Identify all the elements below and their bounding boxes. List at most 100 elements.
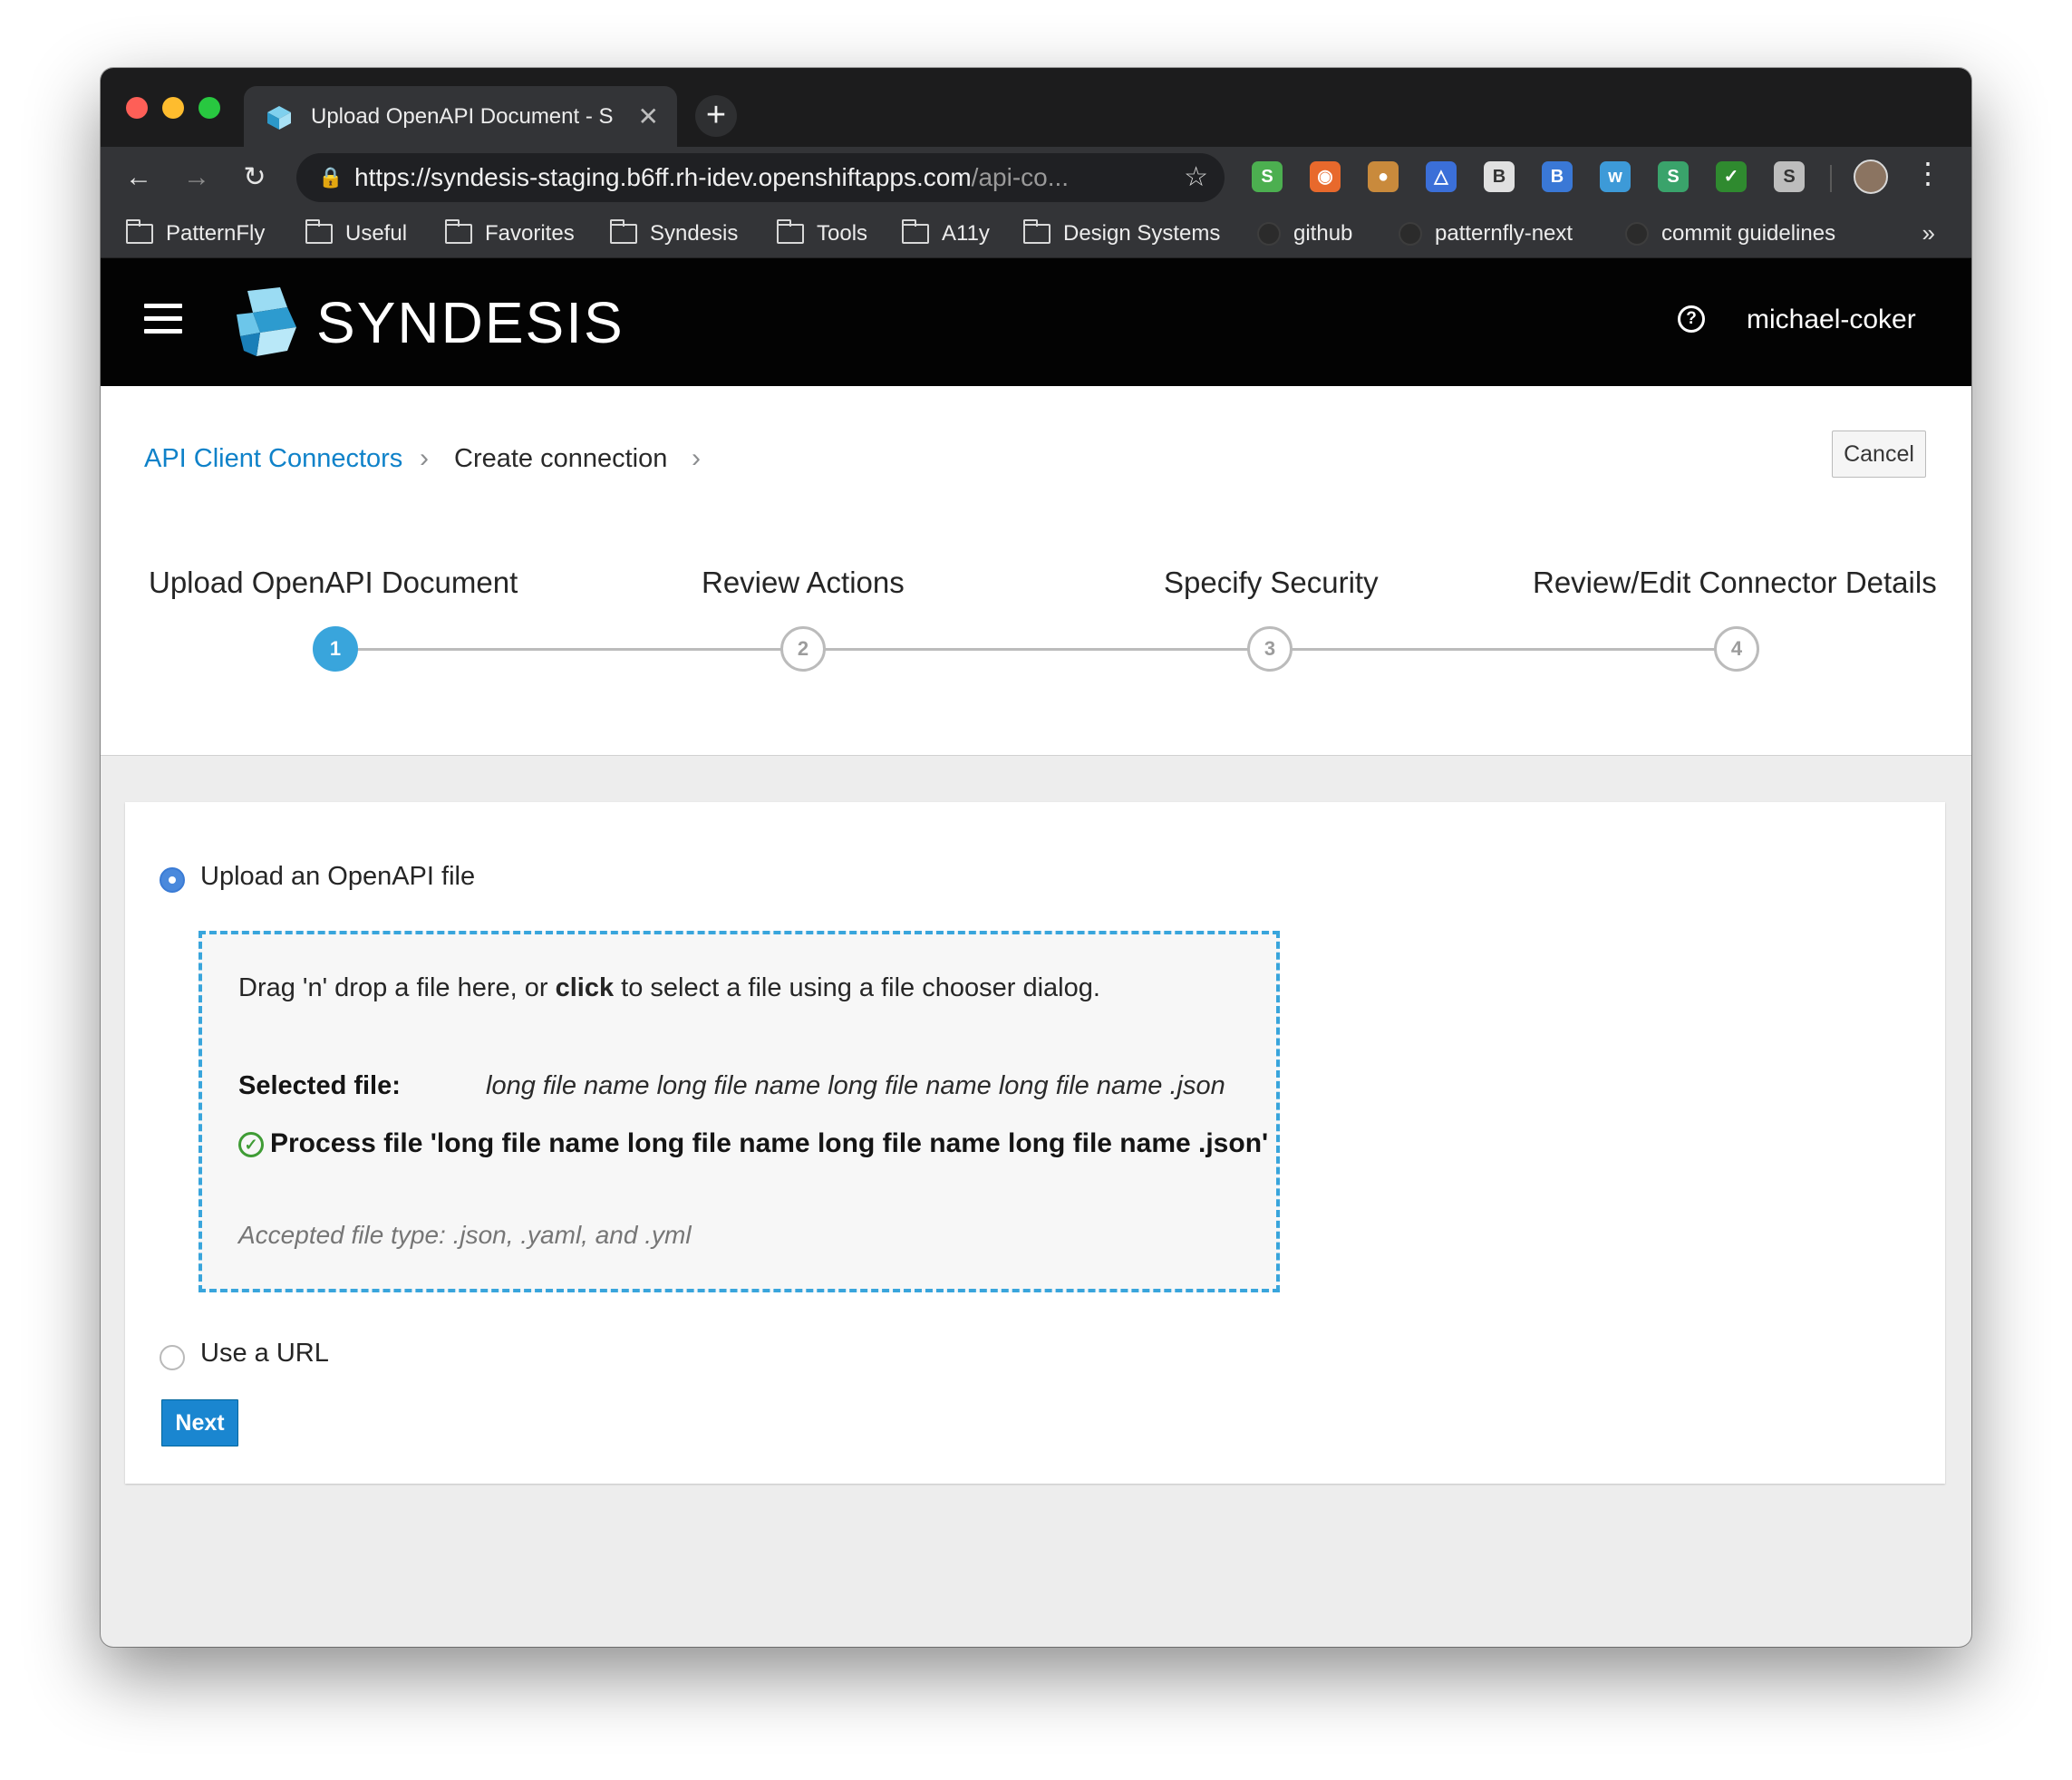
wizard-step-2-label[interactable]: Review Actions [702,565,905,601]
check-icon[interactable]: ✓ [1716,161,1747,192]
close-window-button[interactable] [126,97,148,119]
app-masthead: SYNDESIS ? michael-coker [101,258,1971,386]
use-url-radio[interactable] [160,1345,185,1370]
wizard-step-4-label[interactable]: Review/Edit Connector Details [1533,565,1937,601]
back-arrow-icon[interactable]: ← [119,158,159,198]
upload-file-label[interactable]: Upload an OpenAPI file [200,860,475,893]
browser-window: Upload OpenAPI Document - S ✕ + ← → ↻ 🔒 … [101,68,1971,1647]
user-menu[interactable]: michael-coker [1747,302,1916,338]
bookmark-a11y[interactable]: A11y [902,208,990,258]
walkme-icon[interactable]: w [1600,161,1631,192]
s-green-icon[interactable]: S [1658,161,1689,192]
folder-icon [445,219,472,244]
brand-name: SYNDESIS [316,290,625,355]
upload-file-radio[interactable] [160,867,185,893]
breadcrumb-separator-icon: › [420,443,429,473]
github-icon [1257,222,1281,246]
wizard-step-4-marker[interactable]: 4 [1714,626,1759,672]
accepted-file-types: Accepted file type: .json, .yaml, and .y… [238,1221,692,1249]
cancel-button[interactable]: Cancel [1832,430,1926,478]
upload-card: Upload an OpenAPI file Drag 'n' drop a f… [125,802,1945,1484]
folder-icon [777,219,804,244]
dropzone-instructions: Drag 'n' drop a file here, or click to s… [238,973,1100,1002]
click-to-select-link[interactable]: click [556,973,615,1002]
bi-icon[interactable]: B [1542,161,1573,192]
page-header: API Client Connectors › Create connectio… [101,386,1971,756]
toolbar-divider [1830,165,1832,192]
b-box-icon[interactable]: B [1484,161,1515,192]
hamburger-menu-icon[interactable] [144,304,182,334]
zoom-window-button[interactable] [198,97,220,119]
wizard-progress-line [335,648,1746,651]
bookmark-label: Favorites [485,221,575,246]
selected-file-label: Selected file: [238,1071,401,1100]
wizard-step-2-marker[interactable]: 2 [780,626,826,672]
bookmark-useful[interactable]: Useful [305,208,407,258]
forward-arrow-icon[interactable]: → [177,158,217,198]
breadcrumb-current: Create connection [454,444,668,473]
bookmark-label: github [1293,221,1353,246]
wizard-step-3-marker[interactable]: 3 [1247,626,1293,672]
cookie-icon[interactable]: ● [1368,161,1399,192]
bookmark-patternfly-next[interactable]: patternfly-next [1399,208,1573,258]
address-bar[interactable]: 🔒 https://syndesis-staging.b6ff.rh-idev.… [296,153,1225,202]
github-icon [1625,222,1649,246]
tab-strip: Upload OpenAPI Document - S ✕ + [101,68,1971,147]
wizard-step-3-label[interactable]: Specify Security [1164,565,1379,601]
bookmark-label: commit guidelines [1661,221,1836,246]
triangle-icon[interactable]: △ [1426,161,1457,192]
bookmark-syndesis[interactable]: Syndesis [610,208,738,258]
firefox-like-icon[interactable]: ◉ [1310,161,1341,192]
wizard-step-1-marker[interactable]: 1 [313,626,358,672]
bookmark-tools[interactable]: Tools [777,208,867,258]
selected-file-value: long file name long file name long file … [486,1071,1225,1100]
bookmarks-bar: PatternFly Useful Favorites Syndesis Tools A1… [101,208,1971,258]
bookmark-label: Useful [345,221,408,246]
browser-menu-icon[interactable]: ⋮ [1913,156,1942,190]
check-circle-icon: ✓ [238,1132,264,1157]
bookmark-label: PatternFly [166,221,266,246]
url-host: https://syndesis-staging.b6ff.rh-idev.op… [354,163,972,191]
bookmark-label: Syndesis [650,221,739,246]
github-icon [1399,222,1422,246]
use-url-label[interactable]: Use a URL [200,1337,329,1369]
bookmark-commit-guidelines[interactable]: commit guidelines [1625,208,1835,258]
syndesis-favicon-icon [267,106,291,130]
s-gray-icon[interactable]: S [1774,161,1805,192]
breadcrumb-link-api-client-connectors[interactable]: API Client Connectors [144,442,402,475]
tab-title: Upload OpenAPI Document - S [311,104,614,129]
minimize-window-button[interactable] [162,97,184,119]
tab-close-icon[interactable]: ✕ [638,86,659,147]
folder-icon [902,219,929,244]
wizard-step-1-label[interactable]: Upload OpenAPI Document [149,565,518,601]
file-dropzone[interactable]: Drag 'n' drop a file here, or click to s… [198,931,1280,1292]
bookmark-star-icon[interactable]: ☆ [1184,153,1208,202]
more-bookmarks-chevron-icon[interactable]: » [1922,208,1935,258]
bookmark-favorites[interactable]: Favorites [445,208,575,258]
folder-icon [126,219,153,244]
process-file-status: Process file 'long file name long file n… [270,1128,1269,1158]
new-tab-button[interactable]: + [695,95,737,137]
breadcrumb-separator-icon: › [692,443,701,473]
url-path: /api-co... [971,163,1070,191]
browser-toolbar: ← → ↻ 🔒 https://syndesis-staging.b6ff.rh… [101,147,1971,208]
bookmark-design-systems[interactable]: Design Systems [1023,208,1220,258]
bookmark-label: patternfly-next [1435,221,1573,246]
lock-icon: 🔒 [318,166,344,189]
folder-icon [610,219,637,244]
bookmark-github[interactable]: github [1257,208,1352,258]
syndesis-logo-icon [237,287,296,356]
folder-icon [305,219,333,244]
next-button[interactable]: Next [161,1399,238,1446]
bookmark-label: A11y [942,221,990,246]
bookmark-label: Design Systems [1063,221,1221,246]
folder-icon [1023,219,1051,244]
browser-tab-active[interactable]: Upload OpenAPI Document - S ✕ [244,86,677,147]
bookmark-patternfly[interactable]: PatternFly [126,208,265,258]
reload-icon[interactable]: ↻ [235,158,275,198]
bookmark-label: Tools [817,221,868,246]
s-logo-icon[interactable]: S [1252,161,1283,192]
screenshot-stage: Upload OpenAPI Document - S ✕ + ← → ↻ 🔒 … [0,0,2072,1780]
profile-avatar[interactable] [1854,160,1888,194]
help-icon[interactable]: ? [1678,305,1705,333]
